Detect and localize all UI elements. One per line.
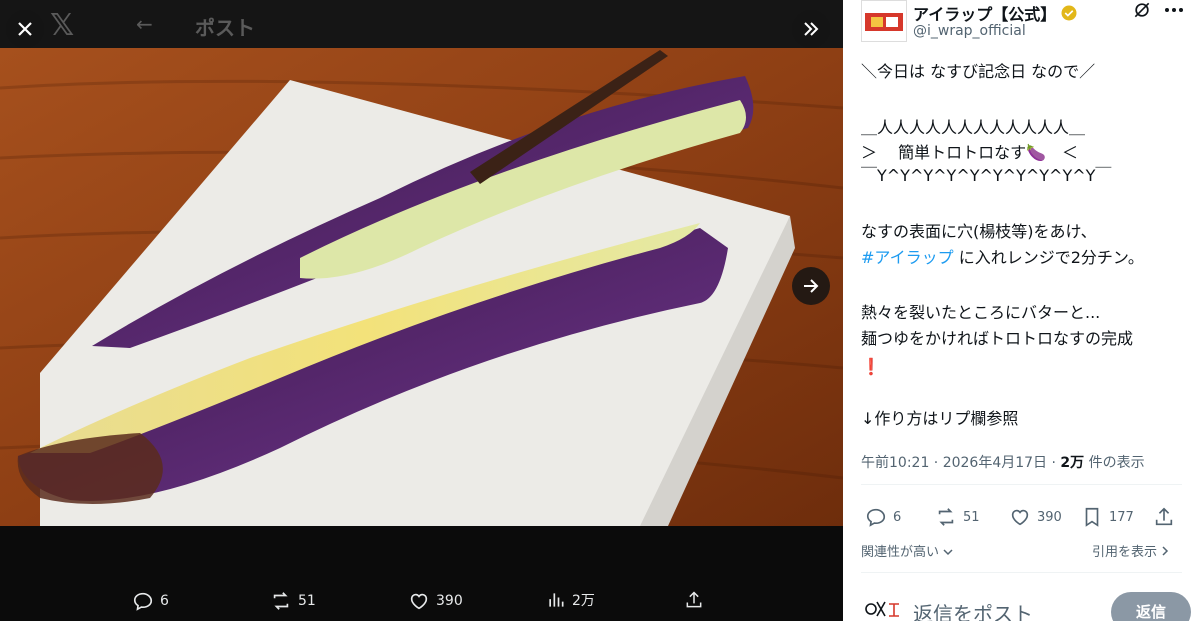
post-meta: 午前10:21 · 2026年4月17日 · 2万 件の表示 bbox=[861, 452, 1145, 472]
post-text-line: なすの表面に穴(楊枝等)をあけ、 bbox=[861, 222, 1097, 241]
bookmark-count: 177 bbox=[1109, 509, 1134, 525]
grok-icon[interactable] bbox=[1132, 0, 1152, 20]
hashtag-link[interactable]: #アイラップ bbox=[861, 248, 954, 267]
post-panel: アイラップ【公式】 @i_wrap_official ＼今日は なすび記念日 な… bbox=[843, 0, 1200, 621]
view-count-label: 件の表示 bbox=[1084, 455, 1145, 471]
view-count: 2万 bbox=[1060, 455, 1085, 471]
author-name[interactable]: アイラップ【公式】 bbox=[913, 1, 1078, 25]
collapse-icon bbox=[804, 22, 819, 36]
like-icon bbox=[1011, 509, 1029, 526]
share-icon bbox=[1155, 507, 1173, 526]
background-nav bbox=[0, 0, 843, 48]
more-icon[interactable] bbox=[1163, 2, 1185, 18]
viewer-reply-button[interactable]: 6 bbox=[132, 590, 169, 612]
viewer-reply-count: 6 bbox=[160, 593, 169, 609]
media-viewer: 𝕏 ← ポスト 6 51 390 2万 bbox=[0, 0, 843, 621]
close-button[interactable] bbox=[6, 10, 44, 48]
views-icon bbox=[549, 593, 564, 607]
viewer-like-count: 390 bbox=[436, 593, 463, 609]
post-text-line: ＼今日は なすび記念日 なので／ bbox=[861, 62, 1096, 81]
post-text-line: ＿人人人人人人人人人人人人＿ bbox=[861, 118, 1086, 137]
sort-dropdown[interactable]: 関連性が高い bbox=[861, 541, 953, 560]
reply-icon bbox=[133, 592, 153, 611]
like-icon bbox=[410, 593, 428, 610]
post-photo bbox=[0, 48, 843, 526]
collapse-panel-button[interactable] bbox=[792, 10, 830, 48]
close-icon bbox=[18, 22, 32, 36]
repost-button[interactable]: 51 bbox=[935, 506, 980, 528]
next-image-button[interactable] bbox=[792, 267, 830, 305]
share-button[interactable] bbox=[1153, 506, 1175, 528]
like-count: 390 bbox=[1037, 509, 1062, 525]
x-logo-icon: 𝕏 bbox=[50, 8, 75, 43]
viewer-views-count: 2万 bbox=[572, 593, 595, 609]
viewer-like-button[interactable]: 390 bbox=[408, 590, 463, 612]
reply-input[interactable]: 返信をポスト bbox=[913, 598, 1033, 621]
post-text-line: ￣Y^Y^Y^Y^Y^Y^Y^Y^Y^Y￣ bbox=[861, 166, 1112, 185]
user-avatar[interactable] bbox=[863, 598, 903, 620]
reply-icon bbox=[866, 508, 886, 527]
share-icon bbox=[686, 591, 702, 608]
post-text-span: に入れレンジで2分チン。 bbox=[953, 248, 1144, 267]
bookmark-button[interactable]: 177 bbox=[1081, 506, 1134, 528]
repost-count: 51 bbox=[963, 509, 980, 525]
post-text-line: ↓作り方はリプ欄参照 bbox=[861, 409, 1019, 428]
quotes-label: 引用を表示 bbox=[1092, 545, 1158, 560]
post-text-line: #アイラップ に入れレンジで2分チン。 bbox=[861, 248, 1144, 268]
post-text-line: ＞ 簡単トロトロなす🍆 ＜ bbox=[861, 143, 1079, 162]
repost-icon bbox=[938, 508, 954, 526]
verified-badge-icon bbox=[1061, 5, 1077, 21]
divider bbox=[861, 484, 1182, 485]
page-title: ポスト bbox=[195, 16, 255, 40]
post-text-line: 麺つゆをかければトロトロなすの完成 bbox=[861, 329, 1134, 348]
viewer-share-button[interactable] bbox=[684, 590, 704, 610]
exclamation-emoji: ❗ bbox=[861, 357, 881, 376]
next-arrow-icon bbox=[804, 279, 819, 293]
viewer-repost-button[interactable]: 51 bbox=[270, 590, 316, 612]
avatar[interactable] bbox=[861, 0, 907, 42]
post-text-line: 熱々を裂いたところにバターと... bbox=[861, 303, 1101, 322]
view-quotes-link[interactable]: 引用を表示 bbox=[1092, 541, 1169, 560]
reply-button[interactable]: 6 bbox=[865, 506, 901, 528]
chevron-right-icon bbox=[1162, 546, 1169, 556]
reply-submit-button[interactable]: 返信 bbox=[1111, 592, 1191, 621]
sort-label: 関連性が高い bbox=[861, 545, 940, 560]
post-timestamp[interactable]: 午前10:21 · 2026年4月17日 · bbox=[861, 455, 1060, 471]
like-button[interactable]: 390 bbox=[1009, 506, 1062, 528]
viewer-repost-count: 51 bbox=[298, 593, 316, 609]
repost-icon bbox=[273, 592, 289, 610]
author-handle[interactable]: @i_wrap_official bbox=[913, 23, 1026, 39]
viewer-views-button[interactable]: 2万 bbox=[546, 590, 595, 610]
author-name-text: アイラップ【公式】 bbox=[913, 5, 1057, 24]
reply-count: 6 bbox=[893, 509, 902, 525]
divider bbox=[861, 572, 1182, 573]
back-arrow-icon: ← bbox=[136, 12, 153, 36]
bookmark-icon bbox=[1085, 507, 1099, 527]
chevron-down-icon bbox=[943, 549, 953, 556]
